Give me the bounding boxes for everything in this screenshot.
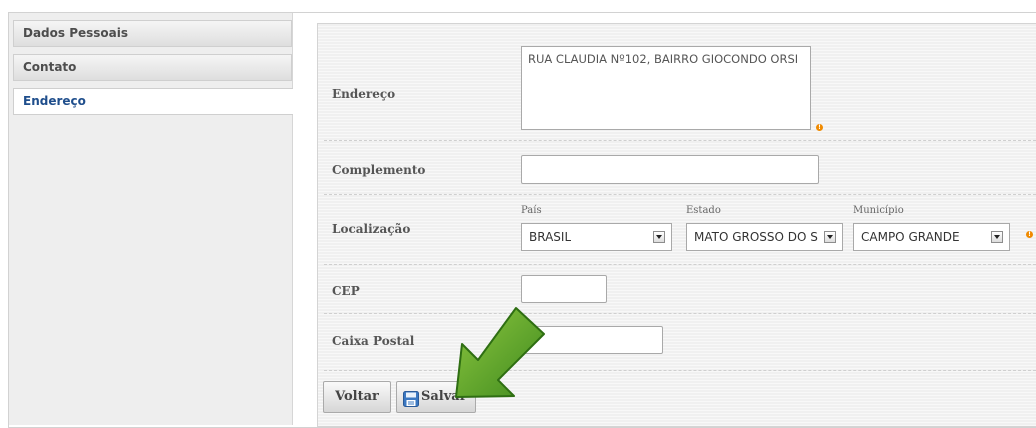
complemento-input[interactable] <box>521 155 819 184</box>
pais-select[interactable]: BRASIL <box>521 223 672 251</box>
cep-label: CEP <box>332 284 360 298</box>
sidebar-item-endereco[interactable]: Endereço <box>13 88 293 115</box>
pais-selected-value: BRASIL <box>529 230 572 244</box>
sidebar-item-dados-pessoais[interactable]: Dados Pessoais <box>13 20 292 47</box>
row-divider <box>324 140 1036 141</box>
exclamation-icon: ! <box>816 124 823 131</box>
sidebar-item-contato[interactable]: Contato <box>13 54 292 81</box>
chevron-down-icon[interactable] <box>653 231 665 243</box>
estado-select[interactable]: MATO GROSSO DO S <box>686 223 843 251</box>
row-divider <box>324 264 1036 265</box>
row-divider <box>324 313 1036 314</box>
top-border <box>292 12 1036 13</box>
estado-label: Estado <box>686 205 721 216</box>
row-divider <box>324 370 1036 371</box>
localizacao-label: Localização <box>332 222 411 236</box>
endereco-label: Endereço <box>332 87 396 101</box>
exclamation-icon: ! <box>1026 231 1033 238</box>
floppy-disk-icon <box>403 389 419 407</box>
endereco-textarea[interactable]: RUA CLAUDIA Nº102, BAIRRO GIOCONDO ORSI <box>521 46 811 130</box>
municipio-select[interactable]: CAMPO GRANDE <box>853 223 1010 251</box>
green-arrow-pointer-icon <box>455 307 545 398</box>
complemento-label: Complemento <box>332 163 426 177</box>
row-divider <box>324 194 1036 195</box>
caixa-postal-label: Caixa Postal <box>332 334 415 348</box>
municipio-label: Município <box>853 205 904 216</box>
pais-label: País <box>521 205 542 216</box>
chevron-down-icon[interactable] <box>991 231 1003 243</box>
chevron-down-icon[interactable] <box>824 231 836 243</box>
voltar-button[interactable]: Voltar <box>323 381 391 413</box>
sidebar: Dados Pessoais Contato Endereço <box>9 13 293 425</box>
cep-input[interactable] <box>521 275 607 303</box>
municipio-selected-value: CAMPO GRANDE <box>861 230 960 244</box>
estado-selected-value: MATO GROSSO DO S <box>694 230 818 244</box>
